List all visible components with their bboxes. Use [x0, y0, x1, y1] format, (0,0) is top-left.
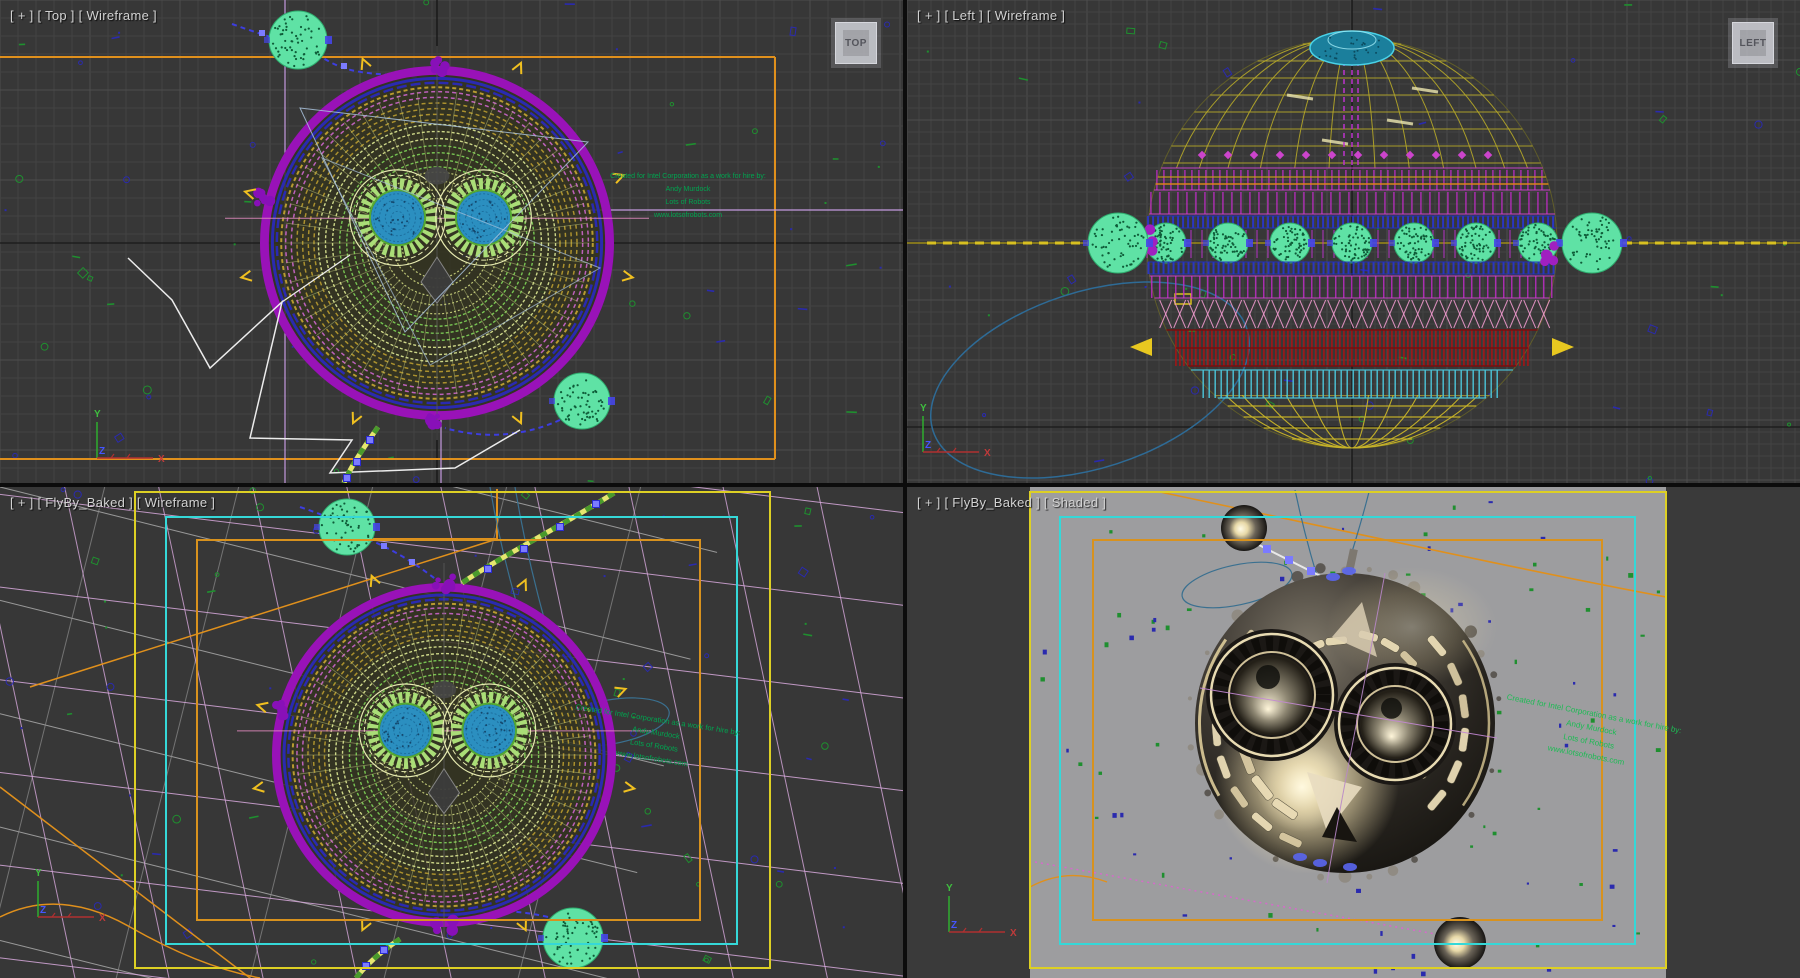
- credit-line: www.lotsofrobots.com: [560, 209, 816, 222]
- viewcube-face-label: LEFT: [1740, 38, 1767, 49]
- left-view-scene[interactable]: [907, 0, 1800, 483]
- top-view-scene[interactable]: [0, 0, 903, 483]
- viewcube-left[interactable]: LEFT: [1732, 22, 1774, 64]
- viewcube-face-label: TOP: [845, 38, 867, 49]
- viewport-label-top[interactable]: [ + ] [ Top ] [ Wireframe ]: [10, 8, 157, 23]
- viewport-left-wireframe[interactable]: [ + ] [ Left ] [ Wireframe ] LEFT YXZ: [907, 0, 1800, 483]
- viewcube-top[interactable]: TOP: [835, 22, 877, 64]
- credit-line: Andy Murdock: [560, 183, 816, 196]
- credit-line: Created for Intel Corporation as a work …: [560, 170, 816, 183]
- viewport-top-wireframe[interactable]: [ + ] [ Top ] [ Wireframe ] TOP Created …: [0, 0, 903, 483]
- viewport-camera-shaded[interactable]: [ + ] [ FlyBy_Baked ] [ Shaded ] Created…: [907, 487, 1800, 978]
- viewport-camera-wireframe[interactable]: [ + ] [ FlyBy_Baked ] [ Wireframe ] Crea…: [0, 487, 903, 978]
- viewport-label-flyby-shaded[interactable]: [ + ] [ FlyBy_Baked ] [ Shaded ]: [917, 495, 1106, 510]
- credit-line: Lots of Robots: [560, 196, 816, 209]
- scene-credits-text: Created for Intel Corporation as a work …: [560, 170, 816, 222]
- viewport-grid: [ + ] [ Top ] [ Wireframe ] TOP Created …: [0, 0, 1800, 978]
- viewport-label-left[interactable]: [ + ] [ Left ] [ Wireframe ]: [917, 8, 1065, 23]
- viewport-label-flyby-wireframe[interactable]: [ + ] [ FlyBy_Baked ] [ Wireframe ]: [10, 495, 215, 510]
